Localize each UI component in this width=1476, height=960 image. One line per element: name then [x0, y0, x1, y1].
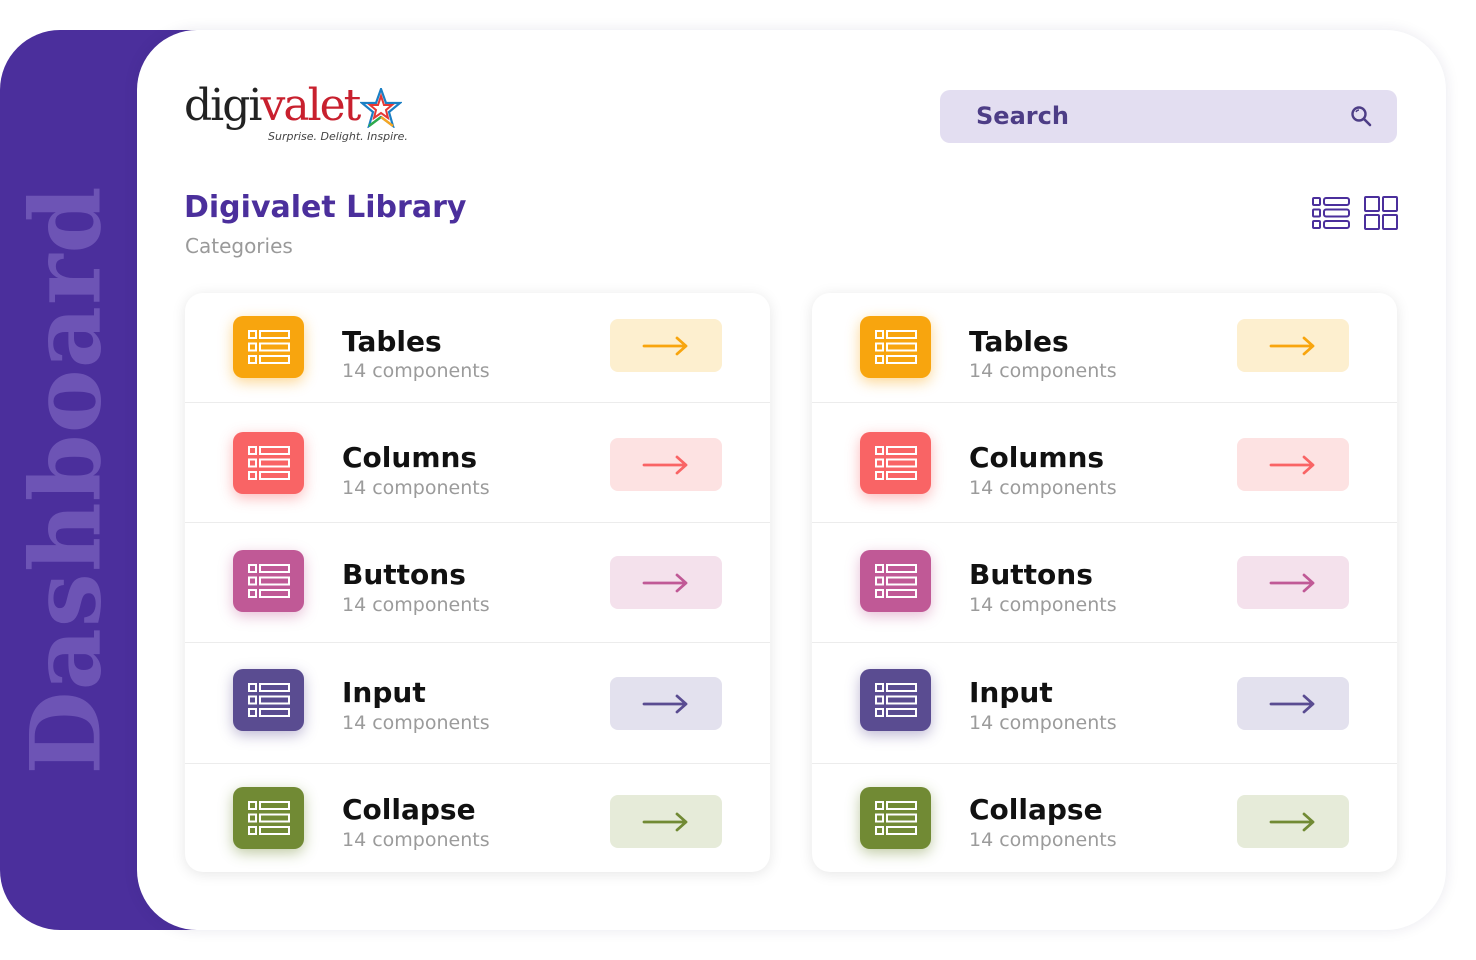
category-name: Columns	[342, 441, 478, 474]
category-name: Buttons	[969, 558, 1093, 591]
open-category-button[interactable]	[610, 438, 722, 491]
arrow-right-icon	[1269, 336, 1315, 355]
logo-wordmark-part-a: digi	[184, 80, 262, 131]
category-name: Input	[342, 676, 426, 709]
open-category-button[interactable]	[610, 795, 722, 848]
category-count: 14 components	[342, 829, 490, 851]
category-name: Tables	[342, 325, 442, 358]
arrow-right-icon	[642, 455, 688, 474]
category-icon	[860, 316, 931, 378]
category-name: Tables	[969, 325, 1069, 358]
arrow-right-icon	[1269, 694, 1315, 713]
search-icon[interactable]	[1349, 104, 1373, 128]
logo: digivalet Surprise. Delight. Inspire.	[184, 84, 414, 150]
category-list-left: Tables 14 components Columns 14 components…	[185, 293, 770, 872]
search-label: Search	[976, 102, 1069, 130]
logo-tagline: Surprise. Delight. Inspire.	[268, 130, 408, 143]
list-icon	[874, 564, 917, 598]
list-item[interactable]: Input 14 components	[185, 642, 770, 763]
category-icon	[860, 669, 931, 731]
list-view-icon[interactable]	[1312, 196, 1350, 230]
list-icon	[247, 683, 290, 717]
category-list-right: Tables 14 components Columns 14 components…	[812, 293, 1397, 872]
category-count: 14 components	[342, 477, 490, 499]
open-category-button[interactable]	[1237, 677, 1349, 730]
open-category-button[interactable]	[1237, 319, 1349, 372]
category-name: Collapse	[342, 793, 476, 826]
list-item[interactable]: Tables 14 components	[185, 293, 770, 402]
list-icon	[247, 330, 290, 364]
open-category-button[interactable]	[610, 319, 722, 372]
list-icon	[874, 330, 917, 364]
page-subtitle: Categories	[185, 234, 293, 258]
open-category-button[interactable]	[1237, 556, 1349, 609]
category-count: 14 components	[969, 712, 1117, 734]
list-icon	[247, 801, 290, 835]
category-count: 14 components	[342, 712, 490, 734]
category-icon	[233, 550, 304, 612]
sidebar-title: Dashboard	[9, 185, 123, 775]
category-icon	[860, 787, 931, 849]
category-count: 14 components	[969, 360, 1117, 382]
page-title: Digivalet Library	[184, 190, 467, 225]
list-icon	[874, 801, 917, 835]
category-name: Buttons	[342, 558, 466, 591]
category-icon	[233, 316, 304, 378]
open-category-button[interactable]	[1237, 438, 1349, 491]
category-name: Columns	[969, 441, 1105, 474]
category-count: 14 components	[342, 594, 490, 616]
category-name: Input	[969, 676, 1053, 709]
category-icon	[233, 787, 304, 849]
list-item[interactable]: Buttons 14 components	[812, 522, 1397, 642]
category-icon	[860, 550, 931, 612]
list-icon	[874, 446, 917, 480]
category-count: 14 components	[342, 360, 490, 382]
list-item[interactable]: Input 14 components	[812, 642, 1397, 763]
list-item[interactable]: Buttons 14 components	[185, 522, 770, 642]
list-item[interactable]: Columns 14 components	[185, 402, 770, 522]
list-icon	[247, 564, 290, 598]
star-icon	[360, 88, 402, 128]
arrow-right-icon	[642, 336, 688, 355]
open-category-button[interactable]	[610, 677, 722, 730]
category-icon	[233, 432, 304, 494]
list-item[interactable]: Collapse 14 components	[812, 763, 1397, 872]
category-count: 14 components	[969, 829, 1117, 851]
category-name: Collapse	[969, 793, 1103, 826]
category-icon	[233, 669, 304, 731]
category-icon	[860, 432, 931, 494]
list-item[interactable]: Tables 14 components	[812, 293, 1397, 402]
grid-view-icon[interactable]	[1364, 196, 1398, 230]
logo-wordmark-part-b: valet	[260, 80, 361, 131]
arrow-right-icon	[1269, 455, 1315, 474]
arrow-right-icon	[642, 812, 688, 831]
arrow-right-icon	[642, 573, 688, 592]
open-category-button[interactable]	[610, 556, 722, 609]
list-icon	[247, 446, 290, 480]
list-item[interactable]: Columns 14 components	[812, 402, 1397, 522]
category-count: 14 components	[969, 594, 1117, 616]
arrow-right-icon	[1269, 573, 1315, 592]
category-count: 14 components	[969, 477, 1117, 499]
list-item[interactable]: Collapse 14 components	[185, 763, 770, 872]
logo-wordmark: digivalet	[184, 84, 361, 128]
arrow-right-icon	[642, 694, 688, 713]
open-category-button[interactable]	[1237, 795, 1349, 848]
search-bar[interactable]: Search	[940, 90, 1397, 143]
arrow-right-icon	[1269, 812, 1315, 831]
list-icon	[874, 683, 917, 717]
